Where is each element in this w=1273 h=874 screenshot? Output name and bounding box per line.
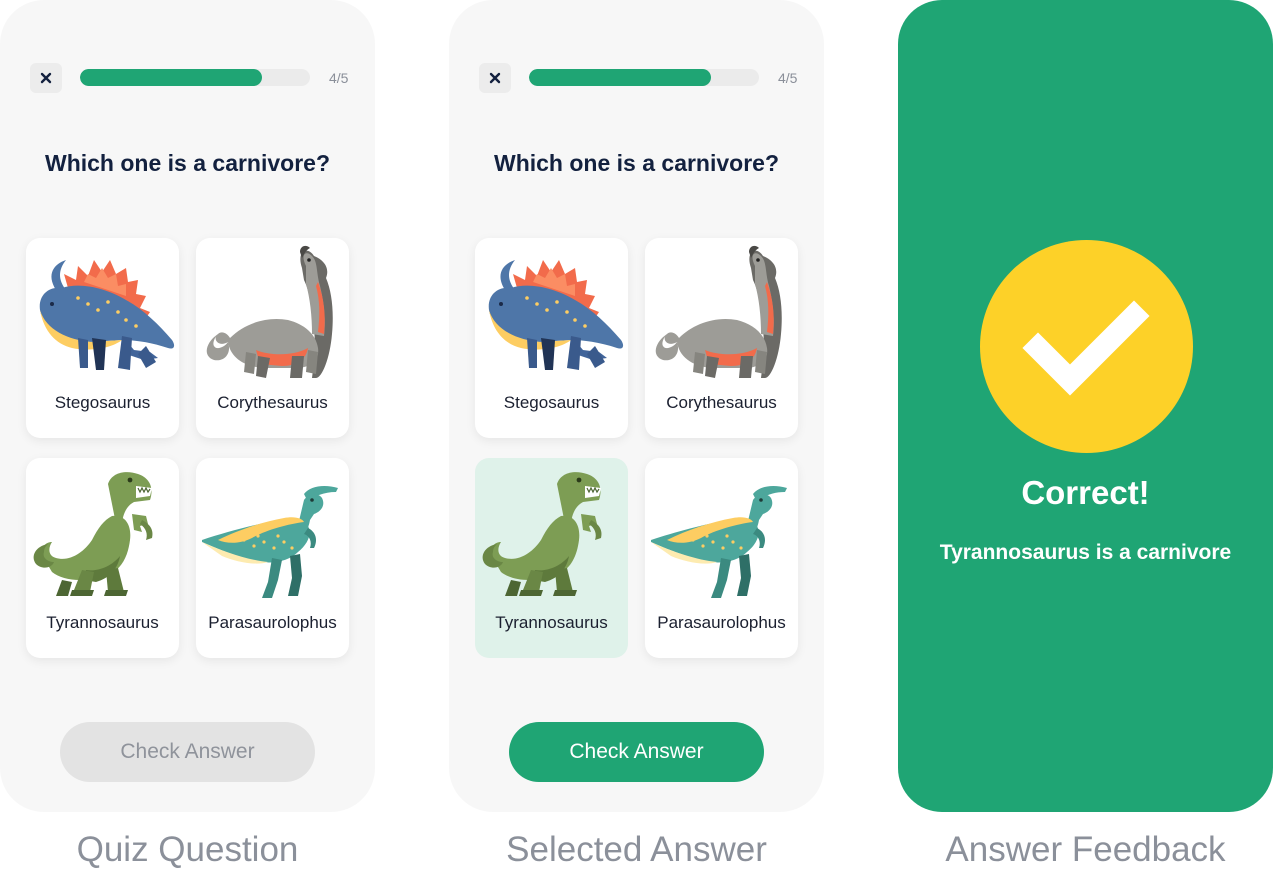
parasaurolophus-illustration	[196, 458, 349, 608]
stegosaurus-illustration	[26, 238, 179, 388]
tyrannosaurus-illustration	[26, 458, 179, 608]
feedback-message: Tyrannosaurus is a carnivore	[939, 541, 1232, 564]
answer-option-tyrannosaurus-selected[interactable]: Tyrannosaurus	[475, 458, 628, 658]
progress-bar-fill	[529, 69, 711, 86]
screen-caption: Answer Feedback	[945, 830, 1226, 869]
screen-caption: Quiz Question	[76, 830, 299, 869]
progress-bar	[529, 69, 759, 86]
answer-option-label: Parasaurolophus	[208, 613, 337, 632]
success-badge	[980, 240, 1193, 453]
tyrannosaurus-illustration	[475, 458, 628, 608]
answer-option-label: Tyrannosaurus	[495, 613, 608, 632]
corythosaurus-illustration	[196, 238, 349, 388]
answer-option-label: Corythesaurus	[217, 393, 328, 412]
progress-bar-fill	[80, 69, 262, 86]
progress-counter: 4/5	[329, 70, 349, 86]
question-text: Which one is a carnivore?	[493, 150, 780, 176]
answer-option-corythesaurus[interactable]: Corythesaurus	[645, 238, 798, 438]
answer-feedback-screen: Correct! Tyrannosaurus is a carnivore	[898, 0, 1273, 812]
close-icon	[40, 72, 52, 84]
question-text: Which one is a carnivore?	[44, 150, 331, 176]
answer-option-parasaurolophus[interactable]: Parasaurolophus	[196, 458, 349, 658]
answer-option-label: Stegosaurus	[503, 393, 600, 412]
stegosaurus-illustration	[475, 238, 628, 388]
selected-answer-screen: 4/5 Which one is a carnivore? Stegosauru…	[449, 0, 824, 812]
answer-option-label: Stegosaurus	[54, 393, 151, 412]
answer-option-tyrannosaurus[interactable]: Tyrannosaurus	[26, 458, 179, 658]
screen-caption: Selected Answer	[506, 830, 767, 869]
parasaurolophus-illustration	[645, 458, 798, 608]
progress-bar	[80, 69, 310, 86]
answer-option-label: Parasaurolophus	[657, 613, 786, 632]
answer-option-stegosaurus[interactable]: Stegosaurus	[26, 238, 179, 438]
answer-option-label: Tyrannosaurus	[46, 613, 159, 632]
close-button[interactable]	[30, 63, 62, 93]
progress-counter: 4/5	[778, 70, 798, 86]
check-answer-button[interactable]: Check Answer	[60, 722, 315, 782]
close-button[interactable]	[479, 63, 511, 93]
checkmark-icon	[1022, 300, 1150, 396]
answer-option-parasaurolophus[interactable]: Parasaurolophus	[645, 458, 798, 658]
check-answer-button[interactable]: Check Answer	[509, 722, 764, 782]
answer-option-label: Corythesaurus	[666, 393, 777, 412]
feedback-title: Correct!	[1021, 474, 1150, 511]
answer-option-corythesaurus[interactable]: Corythesaurus	[196, 238, 349, 438]
answer-option-stegosaurus[interactable]: Stegosaurus	[475, 238, 628, 438]
quiz-question-screen: 4/5 Which one is a carnivore? Stegosauru…	[0, 0, 375, 812]
corythosaurus-illustration	[645, 238, 798, 388]
close-icon	[489, 72, 501, 84]
